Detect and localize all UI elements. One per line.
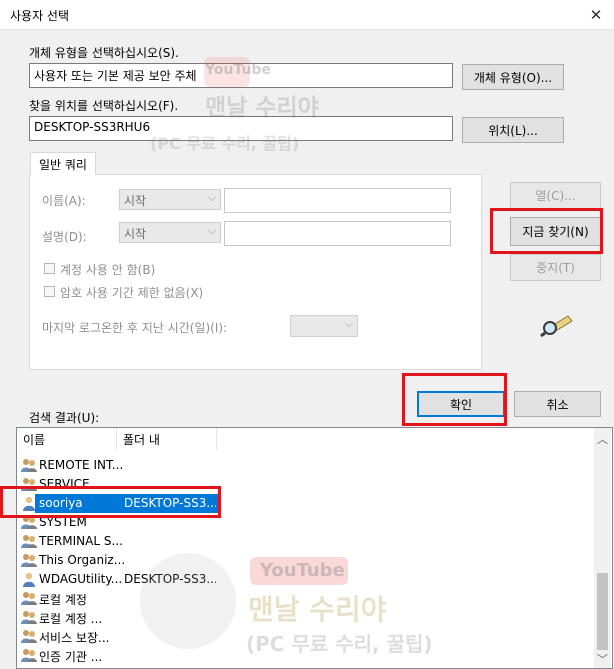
column-header-folder[interactable]: 폴더 내: [117, 428, 217, 450]
result-name: REMOTE INT...: [39, 458, 124, 472]
close-icon[interactable]: ✕: [582, 2, 610, 28]
non-expiring-password-checkbox[interactable]: [44, 286, 55, 297]
list-item[interactable]: TERMINAL S...: [17, 532, 595, 551]
locations-button[interactable]: 위치(L)...: [462, 117, 564, 143]
search-icon: [540, 309, 574, 338]
watermark-brand: YouTube: [260, 560, 345, 581]
non-expiring-password-label: 암호 사용 기간 제한 없음(X): [60, 286, 204, 300]
annotation-box-ok: [402, 373, 507, 426]
chevron-down-icon: ⌵: [207, 224, 216, 237]
result-name: 로컬 계정: [39, 593, 87, 607]
result-name: WDAGUtility...: [39, 572, 123, 586]
object-type-label: 개체 유형을 선택하십시오(S).: [29, 46, 179, 60]
column-header-name[interactable]: 이름: [17, 428, 117, 450]
scroll-thumb[interactable]: [597, 573, 608, 650]
watermark-brand: YouTube: [205, 62, 271, 78]
stop-button[interactable]: 중지(T): [510, 254, 601, 281]
result-name: This Organiz...: [39, 553, 126, 567]
group-icon: [21, 554, 37, 567]
list-item[interactable]: REMOTE INT...: [17, 456, 595, 475]
user-icon: [23, 572, 35, 587]
group-icon: [21, 649, 37, 662]
name-match-select[interactable]: 시작 ⌵: [119, 189, 221, 210]
watermark-subtitle: (PC 무료 수리, 꿀팁): [246, 632, 433, 656]
chevron-down-icon: ⌵: [344, 317, 353, 330]
name-input[interactable]: [224, 188, 451, 213]
tab-common-queries[interactable]: 일반 쿼리: [30, 152, 96, 175]
group-icon: [21, 459, 37, 472]
group-icon: [21, 630, 37, 643]
days-since-logon-select[interactable]: ⌵: [290, 315, 358, 337]
group-icon: [21, 592, 37, 605]
columns-button[interactable]: 열(C)...: [510, 182, 601, 209]
chevron-down-icon: ⌵: [207, 191, 216, 204]
cancel-button[interactable]: 취소: [514, 391, 601, 417]
window-title: 사용자 선택: [10, 9, 70, 23]
watermark-channel: 맨날 수리야: [248, 593, 387, 626]
name-label: 이름(A):: [42, 194, 86, 208]
name-match-value: 시작: [124, 194, 147, 208]
scroll-down-icon[interactable]: ﹀: [594, 650, 611, 667]
description-input[interactable]: [224, 221, 451, 246]
result-name: TERMINAL S...: [39, 534, 123, 548]
title-bar: 사용자 선택 ✕: [0, 0, 614, 30]
description-match-value: 시작: [124, 227, 147, 241]
scroll-up-icon[interactable]: ︿: [594, 430, 611, 447]
watermark-subtitle: (PC 무료 수리, 꿀팁): [150, 134, 300, 153]
annotation-box-find-now: [490, 208, 603, 254]
group-icon: [21, 611, 37, 624]
location-label: 찾을 위치를 선택하십시오(F).: [29, 99, 179, 113]
object-types-button[interactable]: 개체 유형(O)...: [462, 64, 564, 90]
result-name: 인증 기관 ...: [39, 650, 103, 664]
description-label: 설명(D):: [42, 230, 87, 244]
days-since-logon-label: 마지막 로그온한 후 지난 시간(일)(I):: [42, 321, 228, 335]
result-name: 서비스 보장...: [39, 631, 110, 645]
result-name: 로컬 계정 ...: [39, 612, 103, 626]
description-match-select[interactable]: 시작 ⌵: [119, 222, 221, 243]
disabled-accounts-checkbox[interactable]: [44, 263, 55, 274]
disabled-accounts-label: 계정 사용 안 함(B): [60, 263, 156, 277]
watermark-channel: 맨날 수리야: [205, 95, 319, 121]
group-icon: [21, 535, 37, 548]
watermark-logo: [140, 553, 236, 649]
results-scrollbar[interactable]: ︿ ﹀: [594, 428, 611, 668]
search-results-label: 검색 결과(U):: [29, 411, 100, 425]
annotation-box-selected-user: [0, 486, 221, 518]
